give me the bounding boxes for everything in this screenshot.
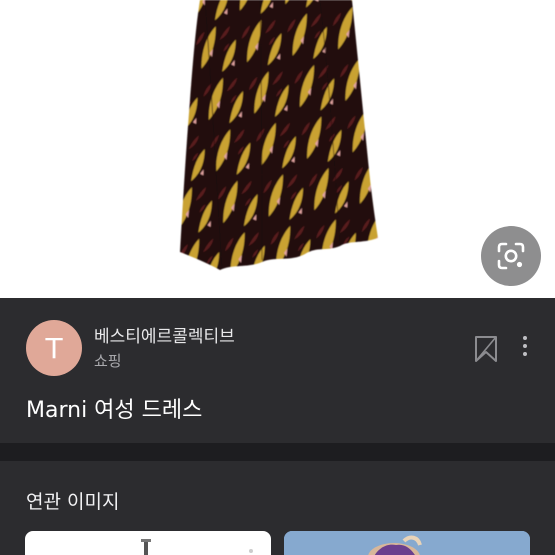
lens-result-page: T 베스티에르콜렉티브 쇼핑 Marni 여성 드레스 연관 이미지 — [0, 0, 555, 555]
more-vertical-icon — [518, 336, 532, 356]
product-image[interactable] — [0, 0, 555, 298]
more-options-button[interactable] — [518, 334, 532, 358]
dress-image — [180, 0, 378, 270]
bookmark-icon — [475, 336, 497, 362]
image-search-icon — [497, 242, 525, 270]
product-title[interactable]: Marni 여성 드레스 — [26, 392, 202, 424]
image-search-button[interactable] — [481, 226, 541, 286]
section-divider — [0, 443, 555, 461]
related-image-thumbnail[interactable] — [25, 531, 271, 555]
source-category: 쇼핑 — [94, 352, 122, 370]
related-image-thumbnail[interactable] — [284, 531, 530, 555]
bookmark-button[interactable] — [474, 335, 498, 363]
source-name[interactable]: 베스티에르콜렉티브 — [94, 322, 235, 347]
related-image-1 — [141, 539, 253, 555]
related-images-heading: 연관 이미지 — [26, 491, 120, 513]
related-image-2 — [284, 531, 530, 555]
avatar-letter: T — [45, 331, 63, 365]
source-avatar[interactable]: T — [26, 320, 82, 376]
